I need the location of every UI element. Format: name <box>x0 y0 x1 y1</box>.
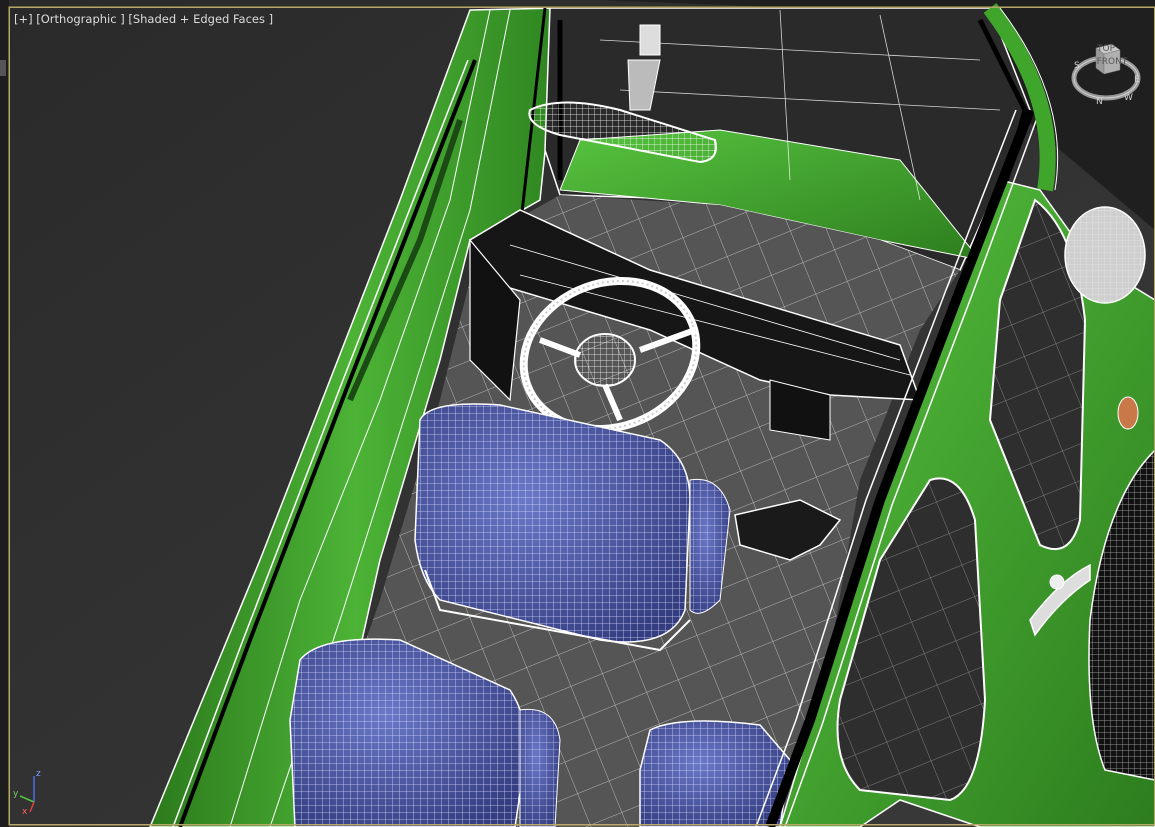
rear-seat-right[interactable] <box>639 720 791 827</box>
axis-tripod: z y x <box>13 769 41 816</box>
side-mirror[interactable] <box>1064 206 1146 304</box>
viewport-label[interactable]: [+] [Orthographic ] [Shaded + Edged Face… <box>14 12 273 26</box>
y-axis <box>19 795 35 803</box>
viewcube-top-face: TOP <box>1096 44 1116 54</box>
y-axis-label: y <box>13 789 19 799</box>
x-axis-label: x <box>22 807 28 816</box>
z-axis-label: z <box>36 769 41 779</box>
x-axis <box>29 801 35 813</box>
side-indicator <box>1117 396 1139 430</box>
compass-e: E <box>1134 75 1140 85</box>
viewport-splitter[interactable] <box>0 60 6 76</box>
compass-s: S <box>1074 61 1080 71</box>
perspective-viewport[interactable]: [+] [Orthographic ] [Shaded + Edged Face… <box>0 0 1155 827</box>
viewport-menu-plus[interactable]: [+] <box>14 12 33 26</box>
viewcube-front-face: FRONT <box>1097 57 1128 67</box>
compass-w: W <box>1124 93 1133 103</box>
viewcube-box[interactable]: TOP FRONT <box>1095 43 1128 75</box>
view-mode-label[interactable]: [Orthographic ] <box>36 12 124 26</box>
compass-n: N <box>1096 97 1103 107</box>
shading-mode-label[interactable]: [Shaded + Edged Faces ] <box>128 12 273 26</box>
viewcube[interactable]: TOP FRONT S E N W <box>1068 38 1144 108</box>
car-model-scene[interactable] <box>0 0 1155 827</box>
